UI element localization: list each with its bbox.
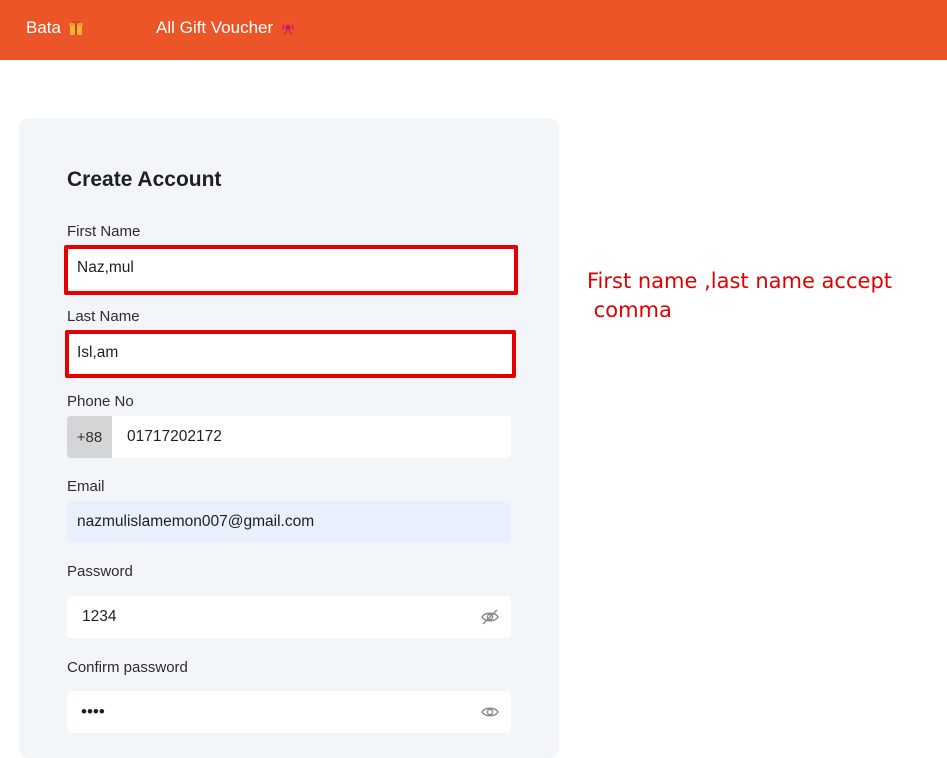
last-name-highlight-box (65, 330, 516, 378)
nav-item-label: Bata (26, 17, 61, 37)
email-value: nazmulislamemon007@gmail.com (77, 513, 315, 530)
annotation-line-2: comma (587, 298, 672, 322)
country-code-prefix: +88 (67, 416, 112, 458)
nav-item-label: All Gift Voucher (156, 17, 274, 37)
first-name-highlight-box (64, 245, 518, 295)
page-title: Create Account (67, 168, 222, 191)
eye-slash-icon[interactable] (480, 608, 500, 626)
password-label: Password (67, 563, 133, 580)
gift-box-icon (68, 20, 84, 36)
phone-value: 01717202172 (127, 428, 222, 445)
ribbon-bow-icon (280, 20, 296, 36)
confirm-password-label: Confirm password (67, 659, 188, 676)
confirm-password-value: •••• (81, 702, 105, 721)
eye-icon[interactable] (480, 703, 500, 721)
top-navigation-bar: Bata All Gift Voucher (0, 0, 947, 60)
password-value: 1234 (82, 608, 117, 625)
email-field[interactable]: nazmulislamemon007@gmail.com (67, 501, 511, 543)
annotation-line-1: First name ,last name accept (587, 269, 893, 293)
nav-item-bata[interactable]: Bata (26, 0, 84, 55)
phone-label: Phone No (67, 393, 134, 410)
nav-item-all-gift-voucher[interactable]: All Gift Voucher (156, 0, 296, 55)
first-name-label: First Name (67, 223, 141, 240)
last-name-label: Last Name (67, 308, 140, 325)
email-label: Email (67, 478, 105, 495)
confirm-password-field[interactable]: •••• (67, 691, 511, 733)
bug-annotation-note: First name ,last name accept comma (587, 267, 892, 325)
password-field[interactable]: 1234 (67, 596, 511, 638)
phone-field[interactable]: +88 01717202172 (67, 416, 511, 458)
